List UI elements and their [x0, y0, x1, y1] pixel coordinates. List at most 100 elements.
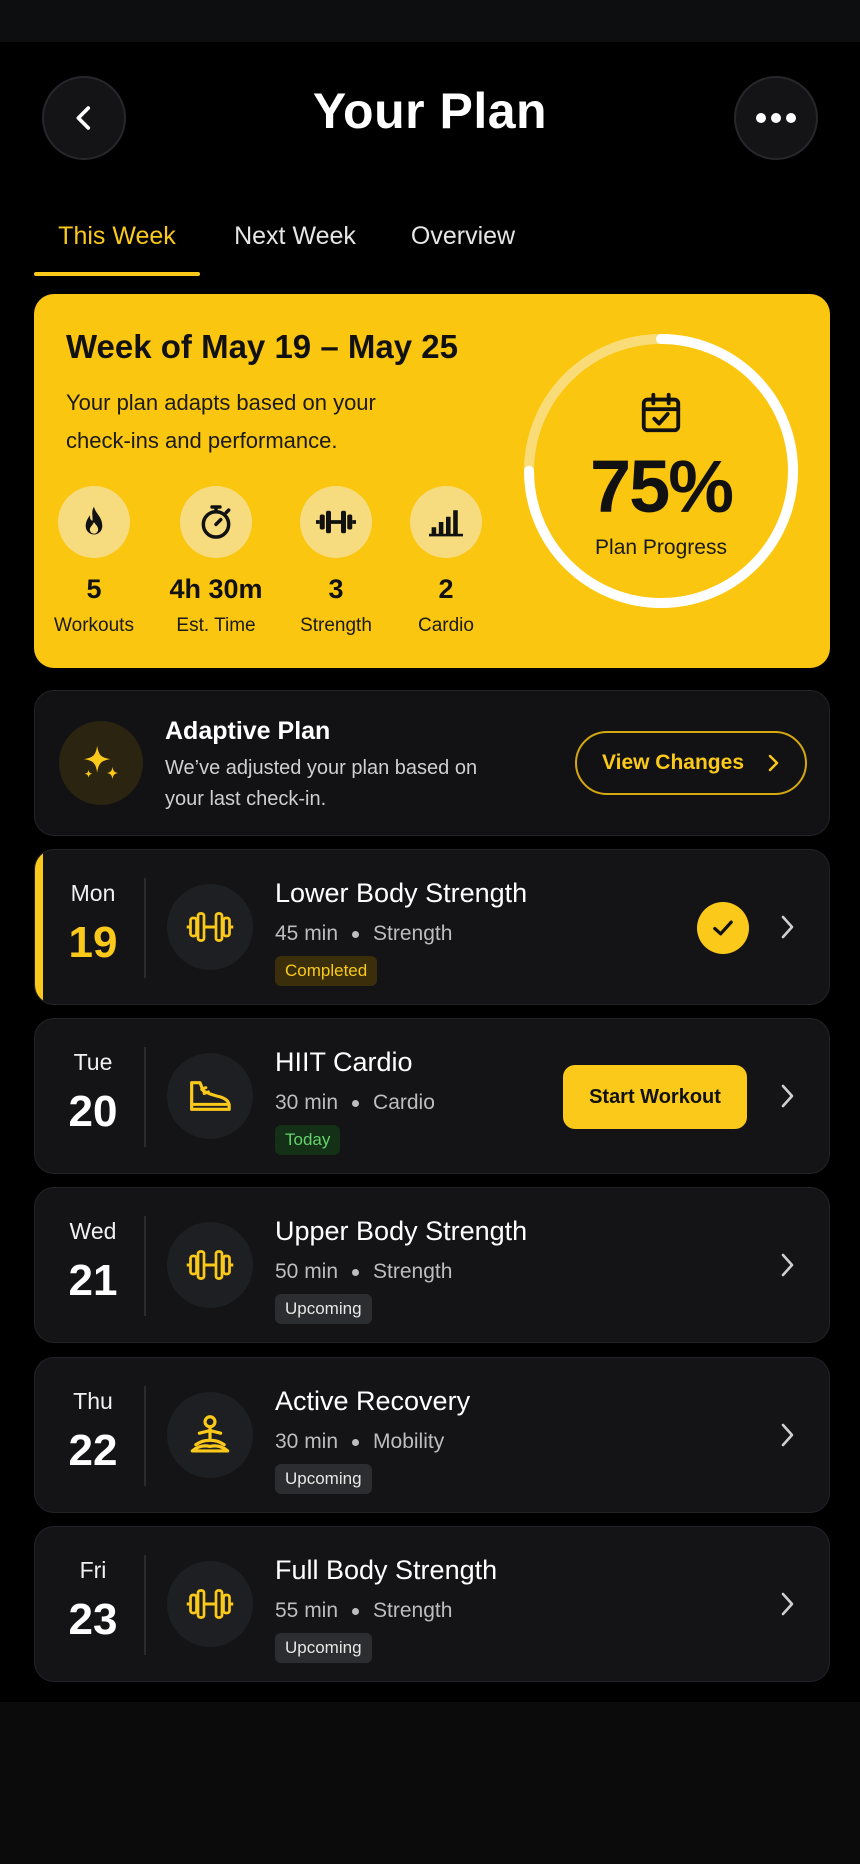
stat-workouts: 5 Workouts	[34, 486, 154, 637]
workout-duration: 30 min	[275, 1430, 339, 1453]
tab-label: Next Week	[234, 222, 356, 250]
bottom-area	[0, 1702, 860, 1864]
status-badge: Upcoming	[275, 1633, 372, 1663]
workout-type: Cardio	[373, 1091, 435, 1114]
adaptive-plan-card: Adaptive Plan We’ve adjusted your plan b…	[34, 690, 830, 836]
meditation-icon	[167, 1392, 253, 1478]
app-screen: Your Plan This Week Next Week Overview W…	[0, 0, 860, 1864]
stat-value: 2	[438, 574, 454, 604]
stat-label: Workouts	[54, 615, 134, 636]
workout-meta: 50 min Strength	[275, 1260, 452, 1284]
divider	[144, 878, 146, 978]
stat-est-time: 4h 30m Est. Time	[156, 486, 276, 637]
status-badge: Today	[275, 1125, 341, 1155]
workout-title: Lower Body Strength	[275, 878, 528, 908]
dumbbell-icon	[167, 884, 253, 970]
day-date: 22	[68, 1426, 118, 1475]
tab-bar: This Week Next Week Overview	[34, 222, 536, 276]
stat-label: Strength	[300, 615, 372, 636]
bar-chart-icon	[410, 486, 482, 558]
workout-meta: 55 min Strength	[275, 1599, 452, 1623]
separator-dot	[352, 1099, 360, 1107]
more-options-button[interactable]	[734, 76, 818, 160]
divider	[144, 1386, 146, 1486]
stat-label: Cardio	[418, 615, 474, 636]
workout-meta: 45 min Strength	[275, 922, 452, 946]
workout-duration: 55 min	[275, 1599, 339, 1622]
separator-dot	[352, 1438, 360, 1446]
sparkle-icon	[59, 721, 143, 805]
start-workout-button[interactable]: Start Workout	[563, 1065, 747, 1129]
adaptive-plan-description: We’ve adjusted your plan based on your l…	[165, 757, 478, 810]
completed-check-icon	[697, 902, 749, 954]
dumbbell-icon	[167, 1561, 253, 1647]
sneaker-icon	[167, 1053, 253, 1139]
stat-cardio: 2 Cardio	[386, 486, 506, 637]
tab-this-week[interactable]: This Week	[34, 222, 200, 276]
workout-title: Full Body Strength	[275, 1555, 498, 1585]
chevron-right-icon	[781, 1423, 794, 1447]
chevron-right-icon	[781, 1084, 794, 1108]
view-changes-label: View Changes	[602, 751, 744, 774]
chevron-right-icon	[768, 754, 779, 772]
workout-type: Mobility	[373, 1430, 445, 1453]
chevron-right-icon	[781, 915, 794, 939]
week-title: Week of May 19 – May 25	[66, 328, 458, 365]
status-badge: Completed	[275, 956, 378, 986]
week-summary-card: Week of May 19 – May 25 Your plan adapts…	[34, 294, 830, 668]
separator-dot	[352, 930, 360, 938]
stat-value: 5	[86, 574, 102, 604]
day-name: Wed	[69, 1218, 117, 1244]
workout-title: Upper Body Strength	[275, 1216, 528, 1246]
stat-strength: 3 Strength	[276, 486, 396, 637]
workout-duration: 30 min	[275, 1091, 339, 1114]
tab-overview[interactable]: Overview	[390, 222, 536, 276]
workout-duration: 45 min	[275, 922, 339, 945]
dumbbell-icon	[167, 1222, 253, 1308]
day-name: Thu	[73, 1388, 113, 1414]
day-name: Mon	[70, 880, 116, 906]
view-changes-button[interactable]: View Changes	[575, 731, 807, 795]
adaptive-plan-title: Adaptive Plan	[165, 717, 331, 745]
stat-value: 4h 30m	[169, 574, 263, 604]
status-badge: Upcoming	[275, 1294, 372, 1324]
workout-row-thu[interactable]: Thu 22 Active Recovery 30 min Mobility U…	[34, 1357, 830, 1513]
workout-type: Strength	[373, 922, 453, 945]
workout-row-fri[interactable]: Fri 23 Full Body Strength 55 min Strengt…	[34, 1526, 830, 1682]
more-horizontal-icon	[756, 113, 796, 123]
status-bar-area	[0, 0, 860, 42]
workout-duration: 50 min	[275, 1260, 339, 1283]
workout-row-mon[interactable]: Mon 19 Lower Body Strength 45 min Streng…	[34, 849, 830, 1005]
progress-summary: 75% Plan Progress	[516, 326, 806, 616]
day-date: 21	[68, 1256, 118, 1305]
dumbbell-icon	[300, 486, 372, 558]
divider	[144, 1555, 146, 1655]
header: Your Plan	[0, 42, 860, 192]
flame-icon	[58, 486, 130, 558]
week-subtitle: Your plan adapts based on your check-ins…	[66, 390, 376, 453]
day-date: 20	[68, 1087, 118, 1136]
workout-meta: 30 min Mobility	[275, 1430, 444, 1454]
workout-title: Active Recovery	[275, 1386, 471, 1416]
day-name: Tue	[73, 1049, 113, 1075]
page-title: Your Plan	[312, 83, 548, 139]
tab-next-week[interactable]: Next Week	[200, 222, 390, 276]
separator-dot	[352, 1268, 360, 1276]
workout-meta: 30 min Cardio	[275, 1091, 435, 1115]
divider	[144, 1047, 146, 1147]
chevron-right-icon	[781, 1592, 794, 1616]
stat-label: Est. Time	[176, 615, 256, 636]
tab-label: This Week	[58, 222, 176, 250]
workout-title: HIIT Cardio	[275, 1047, 413, 1077]
day-name: Fri	[79, 1557, 107, 1583]
stopwatch-icon	[180, 486, 252, 558]
workout-type: Strength	[373, 1599, 453, 1622]
progress-value: 75%	[589, 445, 734, 528]
day-date: 23	[68, 1595, 118, 1644]
workout-row-wed[interactable]: Wed 21 Upper Body Strength 50 min Streng…	[34, 1187, 830, 1343]
chevron-right-icon	[781, 1253, 794, 1277]
workout-row-tue[interactable]: Tue 20 HIIT Cardio 30 min Cardio Today S…	[34, 1018, 830, 1174]
calendar-check-icon	[641, 392, 681, 433]
tab-label: Overview	[410, 222, 516, 250]
divider	[144, 1216, 146, 1316]
